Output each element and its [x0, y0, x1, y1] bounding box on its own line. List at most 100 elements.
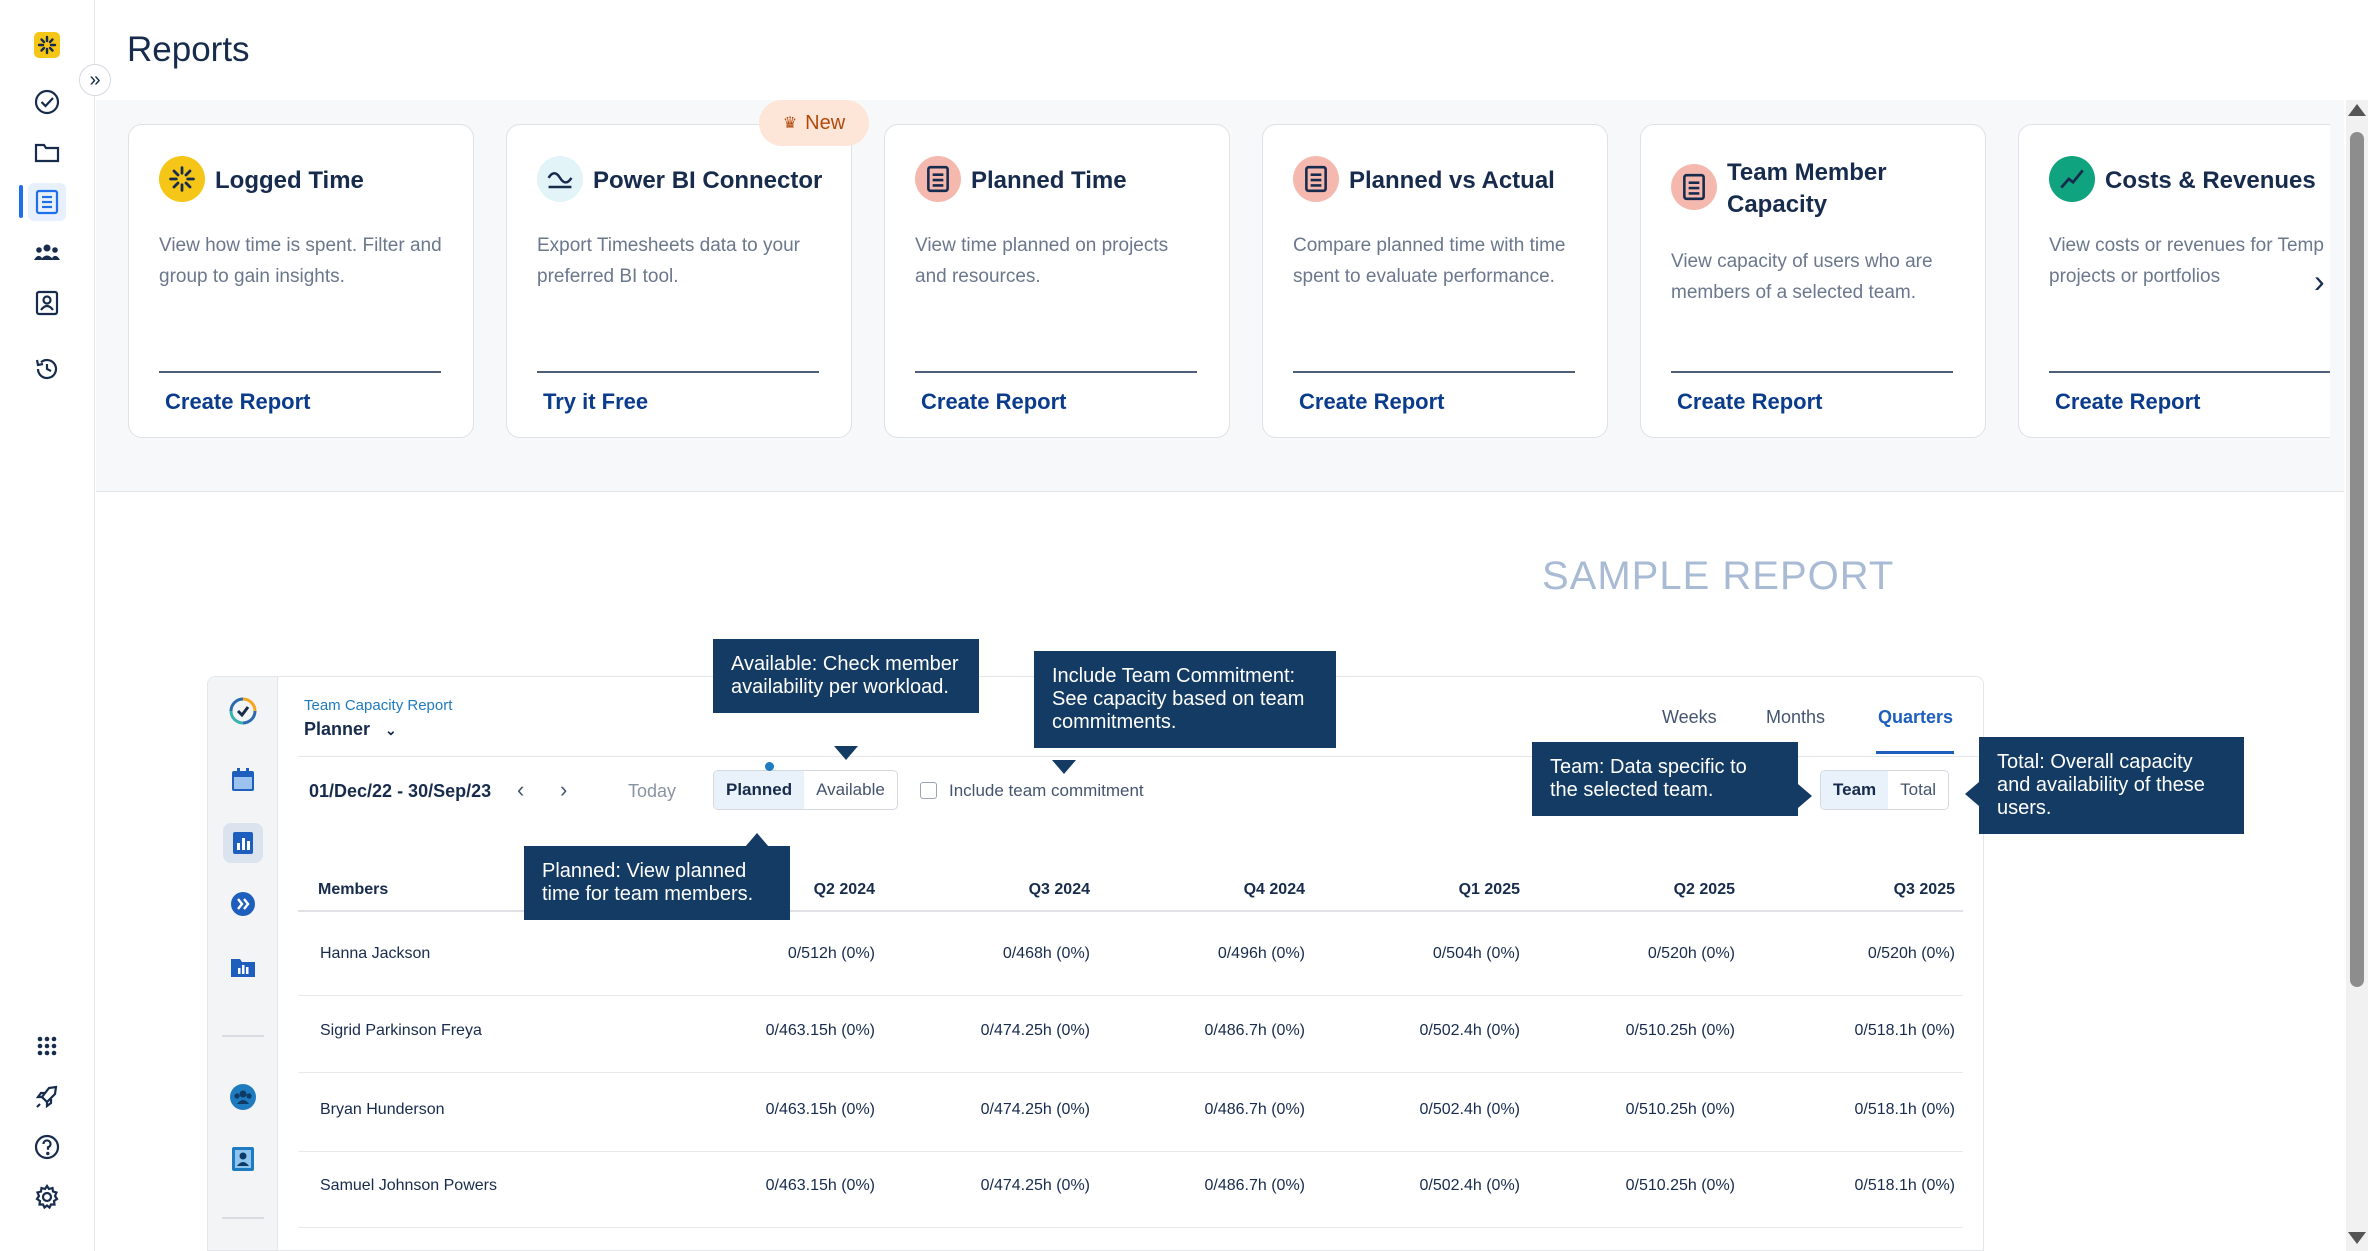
- card-description: Compare planned time with time spent to …: [1293, 235, 1566, 287]
- capacity-cell: 0/510.25h (0%): [1625, 1022, 1735, 1039]
- card-title: Power BI Connector: [593, 167, 823, 194]
- user-card-icon: [225, 1141, 261, 1177]
- total-option[interactable]: Total: [1888, 771, 1948, 809]
- history-icon[interactable]: [28, 350, 66, 388]
- active-tab-underline: [1876, 751, 1954, 754]
- card-divider: [1671, 371, 1953, 373]
- row-divider: [298, 1227, 1963, 1228]
- card-title: Planned Time: [971, 167, 1127, 194]
- left-sidebar: [0, 0, 95, 1251]
- app-logo-icon: [225, 693, 261, 729]
- mode-toggle: Planned Available: [713, 770, 898, 810]
- available-option[interactable]: Available: [804, 771, 897, 809]
- card-planned-time[interactable]: Planned Time View time planned on projec…: [884, 124, 1230, 438]
- create-report-link[interactable]: Create Report: [1299, 389, 1444, 415]
- scroll-down-arrow[interactable]: [2348, 1232, 2366, 1244]
- tooltip-arrow: [1798, 784, 1812, 808]
- card-description: Export Timesheets data to your preferred…: [537, 235, 800, 287]
- today-button[interactable]: Today: [628, 781, 676, 802]
- team-option[interactable]: Team: [1821, 771, 1889, 809]
- capacity-cell: 0/520h (0%): [1867, 945, 1955, 962]
- card-title: Costs & Revenues: [2105, 167, 2316, 194]
- team-globe-icon: [225, 1079, 261, 1115]
- new-badge: ♛ New: [759, 100, 869, 146]
- card-divider: [1293, 371, 1575, 373]
- help-icon[interactable]: [28, 1128, 66, 1166]
- tab-quarters[interactable]: Quarters: [1878, 707, 1953, 728]
- folder-chart-icon: [225, 949, 261, 985]
- row-divider: [298, 1151, 1963, 1152]
- card-divider: [2049, 371, 2330, 373]
- view-selector[interactable]: Planner ⌄: [304, 719, 397, 740]
- capacity-cell: 0/486.7h (0%): [1204, 1177, 1305, 1194]
- expand-sidebar-button[interactable]: »: [79, 64, 111, 96]
- table-header: Q3 2024: [1028, 881, 1090, 898]
- previous-period-icon[interactable]: ‹: [517, 777, 524, 803]
- logo-icon[interactable]: [28, 26, 66, 64]
- table-header: Q4 2024: [1243, 881, 1305, 898]
- scroll-up-arrow[interactable]: [2348, 104, 2366, 116]
- document-icon: [1671, 164, 1717, 210]
- table-header: Q3 2025: [1893, 881, 1955, 898]
- planned-option[interactable]: Planned: [714, 771, 805, 809]
- capacity-cell: 0/510.25h (0%): [1625, 1101, 1735, 1118]
- member-name: Sigrid Parkinson Freya: [320, 1022, 482, 1039]
- reports-icon[interactable]: [28, 183, 66, 221]
- card-description: View capacity of users who are members o…: [1671, 251, 1933, 303]
- team-icon[interactable]: [28, 234, 66, 272]
- sample-report-label: SAMPLE REPORT: [1542, 554, 1895, 598]
- capacity-cell: 0/502.4h (0%): [1419, 1177, 1520, 1194]
- tooltip-arrow: [1052, 760, 1076, 774]
- capacity-cell: 0/463.15h (0%): [765, 1177, 875, 1194]
- apps-grid-icon[interactable]: [28, 1027, 66, 1065]
- capacity-cell: 0/463.15h (0%): [765, 1101, 875, 1118]
- check-circle-icon[interactable]: [28, 83, 66, 121]
- next-period-icon[interactable]: ›: [560, 777, 567, 803]
- report-name: Team Capacity Report: [304, 697, 453, 714]
- scrollbar-thumb[interactable]: [2350, 132, 2364, 987]
- card-divider: [915, 371, 1197, 373]
- forward-circle-icon: [225, 886, 261, 922]
- tooltip-arrow: [1965, 782, 1979, 806]
- card-divider: [537, 371, 819, 373]
- date-range[interactable]: 01/Dec/22 - 30/Sep/23: [309, 781, 491, 802]
- card-description: View costs or revenues for Temp projects…: [2049, 235, 2324, 287]
- view-selector-label: Planner: [304, 719, 371, 739]
- rocket-icon[interactable]: [28, 1078, 66, 1116]
- card-planned-vs-actual[interactable]: Planned vs Actual Compare planned time w…: [1262, 124, 1608, 438]
- crown-icon: ♛: [782, 115, 798, 132]
- tooltip-team: Team: Data specific to the selected team…: [1532, 742, 1798, 816]
- capacity-cell: 0/518.1h (0%): [1854, 1177, 1955, 1194]
- capacity-cell: 0/474.25h (0%): [980, 1177, 1090, 1194]
- create-report-link[interactable]: Create Report: [2055, 389, 2200, 415]
- pointer-dot: [765, 762, 774, 771]
- page-title: Reports: [127, 30, 250, 69]
- card-divider: [159, 371, 441, 373]
- capacity-cell: 0/496h (0%): [1217, 945, 1305, 962]
- document-icon: [915, 156, 961, 202]
- contact-icon[interactable]: [28, 284, 66, 322]
- try-it-free-link[interactable]: Try it Free: [543, 389, 648, 415]
- capacity-cell: 0/504h (0%): [1432, 945, 1520, 962]
- include-commitment-checkbox[interactable]: [920, 782, 937, 799]
- row-divider: [298, 995, 1963, 996]
- card-team-member-capacity[interactable]: Team Member Capacity View capacity of us…: [1640, 124, 1986, 438]
- folder-icon[interactable]: [28, 133, 66, 171]
- card-power-bi-connector[interactable]: Power BI Connector Export Timesheets dat…: [506, 124, 852, 438]
- create-report-link[interactable]: Create Report: [1677, 389, 1822, 415]
- tab-months[interactable]: Months: [1766, 707, 1825, 728]
- double-chevron-right-icon: »: [89, 68, 101, 91]
- capacity-cell: 0/520h (0%): [1647, 945, 1735, 962]
- tooltip-arrow: [834, 746, 858, 760]
- chevron-right-icon[interactable]: ›: [2314, 263, 2325, 300]
- connector-icon: [537, 156, 583, 202]
- card-costs-revenues[interactable]: Costs & Revenues View costs or revenues …: [2018, 124, 2330, 438]
- create-report-link[interactable]: Create Report: [921, 389, 1066, 415]
- trend-icon: [2049, 156, 2095, 202]
- burst-icon: [159, 156, 205, 202]
- card-logged-time[interactable]: Logged Time View how time is spent. Filt…: [128, 124, 474, 438]
- calendar-icon: [225, 762, 261, 798]
- create-report-link[interactable]: Create Report: [165, 389, 310, 415]
- tab-weeks[interactable]: Weeks: [1662, 707, 1717, 728]
- settings-icon[interactable]: [28, 1178, 66, 1216]
